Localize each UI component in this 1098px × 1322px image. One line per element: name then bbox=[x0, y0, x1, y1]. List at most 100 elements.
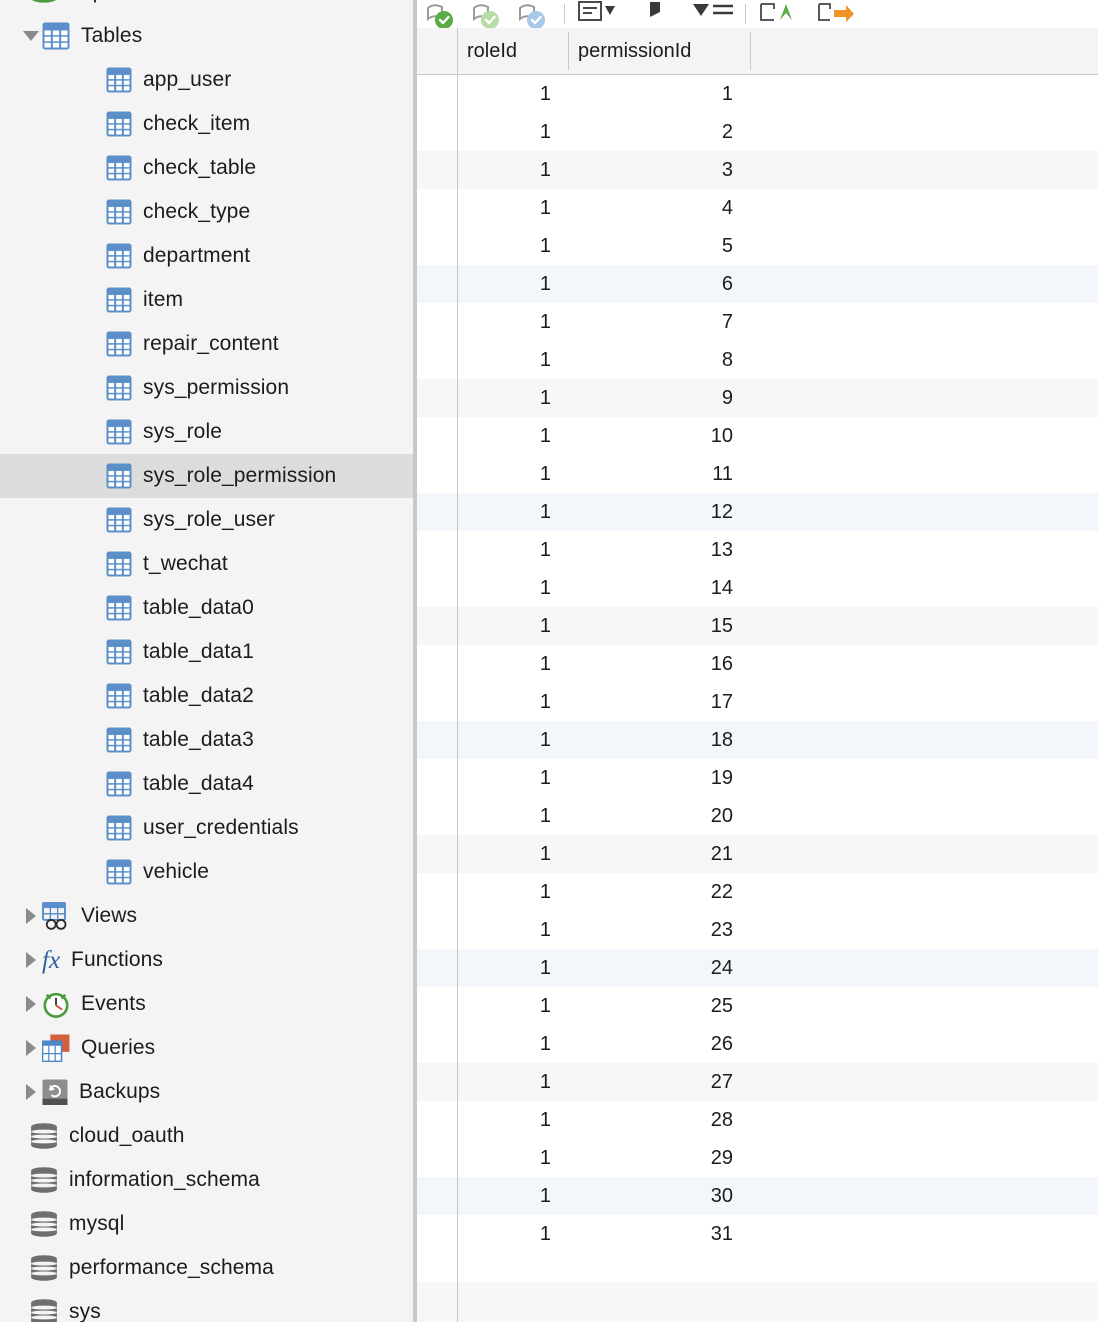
toolbar-sort-icon[interactable] bbox=[690, 0, 736, 28]
cell-permissionid[interactable]: 9 bbox=[568, 379, 750, 417]
cell-empty[interactable] bbox=[750, 189, 1098, 227]
cell-empty[interactable] bbox=[750, 569, 1098, 607]
cell-permissionid[interactable]: 21 bbox=[568, 835, 750, 873]
row-header-cell[interactable] bbox=[417, 265, 457, 303]
table-row[interactable]: 1 15 bbox=[417, 607, 1098, 645]
cell-empty[interactable] bbox=[750, 645, 1098, 683]
sidebar-item-cloud-oauth[interactable]: cloud_oauth bbox=[0, 1114, 413, 1158]
table-row[interactable]: 1 27 bbox=[417, 1063, 1098, 1101]
sidebar-item-airport[interactable]: airport bbox=[0, 0, 413, 14]
cell-permissionid[interactable]: 29 bbox=[568, 1139, 750, 1177]
row-header-cell[interactable] bbox=[417, 379, 457, 417]
table-row[interactable]: 1 18 bbox=[417, 721, 1098, 759]
cell-empty[interactable] bbox=[750, 607, 1098, 645]
cell-roleid[interactable]: 1 bbox=[457, 265, 568, 303]
sidebar-item-t-wechat[interactable]: t_wechat bbox=[0, 542, 413, 586]
toolbar-export-icon[interactable] bbox=[813, 0, 859, 28]
cell-empty[interactable] bbox=[750, 873, 1098, 911]
expand-arrow-icon[interactable] bbox=[20, 1026, 42, 1070]
sidebar-item-table-data2[interactable]: table_data2 bbox=[0, 674, 413, 718]
table-row[interactable]: 1 30 bbox=[417, 1177, 1098, 1215]
cell-roleid[interactable]: 1 bbox=[457, 569, 568, 607]
row-header-cell[interactable] bbox=[417, 987, 457, 1025]
cell-roleid[interactable]: 1 bbox=[457, 341, 568, 379]
cell-roleid[interactable]: 1 bbox=[457, 227, 568, 265]
sidebar-item-check-table[interactable]: check_table bbox=[0, 146, 413, 190]
table-row[interactable]: 1 24 bbox=[417, 949, 1098, 987]
cell-permissionid[interactable]: 17 bbox=[568, 683, 750, 721]
cell-permissionid[interactable]: 15 bbox=[568, 607, 750, 645]
cell-roleid[interactable]: 1 bbox=[457, 303, 568, 341]
cell-permissionid[interactable]: 18 bbox=[568, 721, 750, 759]
sidebar-grid-splitter[interactable] bbox=[413, 0, 417, 1322]
row-header-cell[interactable] bbox=[417, 759, 457, 797]
row-header-cell[interactable] bbox=[417, 835, 457, 873]
cell-empty[interactable] bbox=[750, 1063, 1098, 1101]
cell-empty[interactable] bbox=[750, 75, 1098, 113]
cell-empty[interactable] bbox=[750, 151, 1098, 189]
row-header-cell[interactable] bbox=[417, 341, 457, 379]
cell-permissionid[interactable]: 8 bbox=[568, 341, 750, 379]
cell-empty[interactable] bbox=[750, 341, 1098, 379]
sidebar-item-table-data3[interactable]: table_data3 bbox=[0, 718, 413, 762]
row-header-cell[interactable] bbox=[417, 721, 457, 759]
cell-empty[interactable] bbox=[750, 227, 1098, 265]
expand-arrow-icon[interactable] bbox=[20, 982, 42, 1026]
cell-roleid[interactable]: 1 bbox=[457, 1025, 568, 1063]
sidebar-item-item[interactable]: item bbox=[0, 278, 413, 322]
table-row[interactable]: 14 bbox=[417, 189, 1098, 227]
cell-permissionid[interactable]: 19 bbox=[568, 759, 750, 797]
table-row[interactable]: 1 28 bbox=[417, 1101, 1098, 1139]
sidebar-item-sys-role[interactable]: sys_role bbox=[0, 410, 413, 454]
cell-permissionid[interactable]: 22 bbox=[568, 873, 750, 911]
sidebar-item-views[interactable]: Views bbox=[0, 894, 413, 938]
row-header-cell[interactable] bbox=[417, 645, 457, 683]
table-row[interactable]: 1 20 bbox=[417, 797, 1098, 835]
table-row[interactable]: 1 29 bbox=[417, 1139, 1098, 1177]
row-header-cell[interactable] bbox=[417, 607, 457, 645]
row-header-cell[interactable] bbox=[417, 1139, 457, 1177]
sidebar-item-table-data0[interactable]: table_data0 bbox=[0, 586, 413, 630]
collapse-arrow-icon[interactable] bbox=[20, 14, 42, 58]
cell-permissionid[interactable]: 16 bbox=[568, 645, 750, 683]
table-row[interactable]: 18 bbox=[417, 341, 1098, 379]
cell-empty[interactable] bbox=[750, 721, 1098, 759]
cell-roleid[interactable]: 1 bbox=[457, 607, 568, 645]
cell-roleid[interactable]: 1 bbox=[457, 493, 568, 531]
cell-permissionid[interactable]: 4 bbox=[568, 189, 750, 227]
table-row[interactable]: 19 bbox=[417, 379, 1098, 417]
cell-roleid[interactable]: 1 bbox=[457, 455, 568, 493]
cell-empty[interactable] bbox=[750, 1139, 1098, 1177]
table-row[interactable]: 1 23 bbox=[417, 911, 1098, 949]
cell-empty[interactable] bbox=[750, 835, 1098, 873]
toolbar-filter-icon[interactable] bbox=[632, 0, 678, 28]
cell-empty[interactable] bbox=[750, 417, 1098, 455]
cell-roleid[interactable]: 1 bbox=[457, 683, 568, 721]
grid-header-row[interactable]: roleId permissionId bbox=[417, 28, 1098, 75]
table-row[interactable]: 11 bbox=[417, 75, 1098, 113]
cell-roleid[interactable]: 1 bbox=[457, 379, 568, 417]
cell-empty[interactable] bbox=[750, 683, 1098, 721]
header-divider-2[interactable] bbox=[750, 32, 751, 70]
sidebar-item-department[interactable]: department bbox=[0, 234, 413, 278]
cell-roleid[interactable]: 1 bbox=[457, 531, 568, 569]
table-row[interactable]: 13 bbox=[417, 151, 1098, 189]
table-row[interactable]: 1 19 bbox=[417, 759, 1098, 797]
row-header-cell[interactable] bbox=[417, 189, 457, 227]
cell-empty[interactable] bbox=[750, 797, 1098, 835]
cell-permissionid[interactable]: 7 bbox=[568, 303, 750, 341]
cell-permissionid[interactable]: 14 bbox=[568, 569, 750, 607]
cell-roleid[interactable]: 1 bbox=[457, 417, 568, 455]
toolbar-revert-icon[interactable] bbox=[509, 0, 555, 28]
row-header-cell[interactable] bbox=[417, 1101, 457, 1139]
cell-permissionid[interactable]: 3 bbox=[568, 151, 750, 189]
sidebar-item-user-credentials[interactable]: user_credentials bbox=[0, 806, 413, 850]
sidebar-item-information-schema[interactable]: information_schema bbox=[0, 1158, 413, 1202]
sidebar-item-table-data4[interactable]: table_data4 bbox=[0, 762, 413, 806]
cell-empty[interactable] bbox=[750, 1177, 1098, 1215]
row-header-cell[interactable] bbox=[417, 797, 457, 835]
table-row[interactable]: 1 25 bbox=[417, 987, 1098, 1025]
toolbar-row-view-dropdown-icon[interactable] bbox=[574, 0, 620, 28]
cell-permissionid[interactable]: 6 bbox=[568, 265, 750, 303]
table-row[interactable]: 1 16 bbox=[417, 645, 1098, 683]
